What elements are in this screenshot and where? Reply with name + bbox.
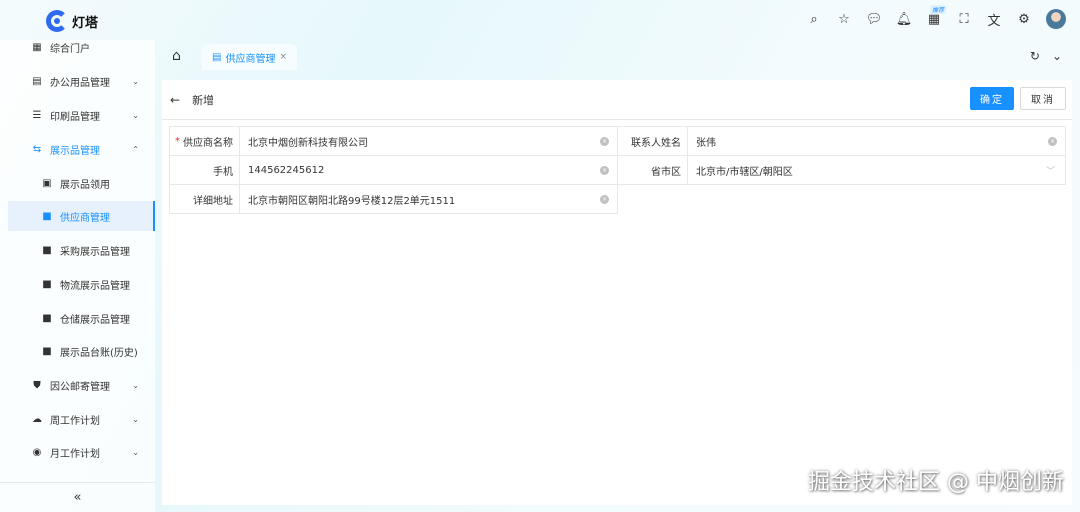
sidebar-item-mail[interactable]: ⛊ 因公邮寄管理 ⌄ [0, 370, 155, 400]
clear-icon[interactable]: × [1048, 137, 1057, 146]
star-icon[interactable]: ☆ [836, 11, 852, 27]
doc-icon: ■ [42, 278, 52, 290]
address-input[interactable]: 北京市朝阳区朝阳北路99号楼12层2单元1511 × [240, 185, 617, 213]
grid-icon: ▦ [32, 41, 42, 53]
list-icon: ☰ [32, 109, 42, 121]
close-icon[interactable]: × [279, 52, 287, 62]
doc-icon: ▤ [212, 51, 222, 63]
clear-icon[interactable]: × [600, 137, 609, 146]
sidebar-item-office[interactable]: ▤ 办公用品管理 ⌄ [0, 66, 155, 96]
fullscreen-icon[interactable]: ⛶ [956, 11, 972, 27]
logo[interactable]: 灯塔 [46, 10, 98, 32]
sidebar-item-storage[interactable]: ■ 仓储展示品管理 [0, 303, 155, 333]
chevron-down-icon: ⌄ [132, 447, 139, 457]
supplier-name-input[interactable]: 北京中烟创新科技有限公司 × [240, 127, 617, 155]
cancel-button[interactable]: 取消 [1020, 87, 1066, 110]
clipboard-icon: ▤ [32, 75, 42, 87]
doc-icon: ▣ [42, 177, 52, 189]
clear-icon[interactable]: × [600, 195, 609, 204]
doc-icon: ■ [42, 312, 52, 324]
recommend-badge: 推荐 [930, 5, 947, 14]
flow-icon: ⇆ [32, 143, 42, 155]
chevron-down-icon: ⌄ [132, 380, 139, 390]
phone-input[interactable]: 144562245612 × [240, 156, 617, 184]
apps-icon[interactable]: ▦ 推荐 [926, 5, 947, 27]
form-card: ← 新增 确定 取消 * 供应商名称 北京中烟创新科技有限公司 × 联系人姓名 张伟 ×… [162, 80, 1072, 505]
avatar[interactable] [1046, 9, 1066, 29]
chevron-up-icon: ⌃ [132, 144, 139, 154]
contact-name-field: 联系人姓名 张伟 × [617, 126, 1066, 156]
doc-icon: ■ [42, 345, 52, 357]
watermark: 掘金技术社区 @ 中烟创新 [808, 470, 1064, 495]
tab-supplier[interactable]: ▤ 供应商管理 × [202, 44, 297, 70]
sidebar-item-ledger[interactable]: ■ 展示品台账(历史) [0, 336, 155, 366]
sidebar-item-monthly[interactable]: ◉ 月工作计划 ⌄ [0, 437, 155, 467]
shield-icon: ⛊ [33, 379, 41, 391]
sidebar-item-logistics[interactable]: ■ 物流展示品管理 [0, 269, 155, 299]
logo-icon [46, 10, 68, 32]
page-title: 新增 [192, 93, 215, 107]
chevron-down-icon[interactable]: ⌄ [1052, 49, 1062, 63]
sidebar-item-weekly[interactable]: ☁ 周工作计划 ⌄ [0, 404, 155, 434]
sidebar-item-purchase[interactable]: ■ 采购展示品管理 [0, 235, 155, 265]
clear-icon[interactable]: × [600, 166, 609, 175]
sidebar-item-print[interactable]: ☰ 印刷品管理 ⌄ [0, 100, 155, 130]
message-icon[interactable]: 💬︎ [866, 11, 883, 27]
address-field: 详细地址 北京市朝阳区朝阳北路99号楼12层2单元1511 × [169, 184, 618, 214]
doc-icon: ■ [42, 210, 52, 222]
eye-icon: ◉ [32, 446, 42, 458]
collapse-sidebar-button[interactable]: « [0, 482, 155, 512]
supplier-name-field: * 供应商名称 北京中烟创新科技有限公司 × [169, 126, 618, 156]
doc-icon: ■ [42, 244, 52, 256]
contact-name-input[interactable]: 张伟 × [688, 127, 1065, 155]
phone-field: 手机 144562245612 × [169, 155, 618, 185]
confirm-button[interactable]: 确定 [970, 87, 1014, 110]
sidebar-item-display-use[interactable]: ▣ 展示品领用 [0, 168, 155, 198]
top-bar: 灯塔 ⌕ ☆ 💬︎ 🔔︎ ▦ 推荐 ⛶ 文 ⚙ [0, 0, 1080, 40]
gear-icon[interactable]: ⚙ [1016, 11, 1032, 27]
sidebar: ▦ 综合门户 ▤ 办公用品管理 ⌄ ☰ 印刷品管理 ⌄ ⇆ 展示品管理 ⌃ ▣ 展示品领用 ■ 供… [0, 40, 155, 512]
sidebar-item-portal[interactable]: ▦ 综合门户 [0, 32, 155, 62]
cloud-upload-icon: ☁ [32, 413, 42, 425]
region-select[interactable]: 北京市/市辖区/朝阳区 ﹀ [688, 156, 1065, 184]
sidebar-item-display[interactable]: ⇆ 展示品管理 ⌃ [0, 134, 155, 164]
chevron-down-icon: ⌄ [132, 414, 139, 424]
region-field: 省市区 北京市/市辖区/朝阳区 ﹀ [617, 155, 1066, 185]
back-arrow-icon[interactable]: ← [170, 93, 180, 107]
tab-bar: ⌂ ▤ 供应商管理 × ↻ ⌄ [162, 42, 1072, 72]
search-icon[interactable]: ⌕ [806, 11, 822, 27]
chevron-down-icon: ﹀ [1045, 166, 1055, 177]
chevron-down-icon: ⌄ [132, 76, 139, 86]
bell-icon[interactable]: 🔔︎ [896, 11, 913, 27]
home-icon[interactable]: ⌂ [172, 48, 181, 64]
translate-icon[interactable]: 文 [986, 11, 1002, 29]
sidebar-item-supplier[interactable]: ■ 供应商管理 [8, 201, 155, 231]
refresh-icon[interactable]: ↻ [1030, 49, 1040, 63]
chevron-down-icon: ⌄ [132, 110, 139, 120]
